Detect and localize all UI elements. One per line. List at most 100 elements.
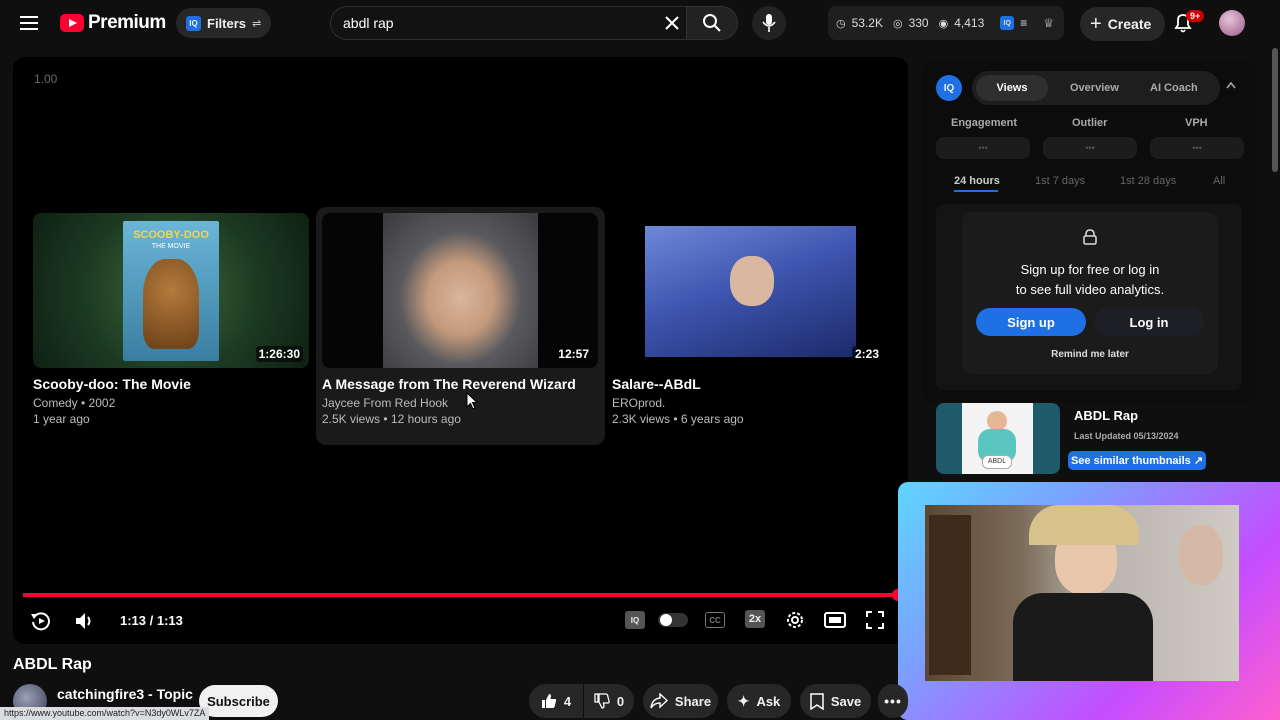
search-button[interactable] [686, 6, 738, 40]
toggle-knob [660, 614, 672, 626]
volume-button[interactable] [73, 610, 95, 632]
time-display: 1:13 / 1:13 [120, 613, 183, 628]
video-title: ABDL Rap [13, 656, 92, 673]
metric-engagement-value: ••• [936, 137, 1030, 159]
iq-icon: IQ [186, 15, 201, 31]
avatar[interactable] [1219, 10, 1245, 36]
clock-icon: ◷ [836, 17, 846, 30]
channel-stats-bar: ◷ 53.2K ◎ 330 ◉ 4,413 IQ ≡ ♕ [828, 6, 1064, 40]
end-card-1[interactable]: SCOOBY-DOO THE MOVIE 1:26:30 Scooby-doo:… [33, 213, 321, 433]
tab-views[interactable]: Views [976, 75, 1048, 101]
channel-name[interactable]: catchingfire3 - Topic [57, 686, 193, 702]
fullscreen-icon [866, 611, 884, 629]
captions-icon[interactable]: CC [705, 612, 725, 628]
end-card-channel: Jaycee From Red Hook [322, 396, 449, 410]
speed-button[interactable]: 2x [745, 610, 765, 628]
signup-button[interactable]: Sign up [976, 308, 1086, 336]
create-button[interactable]: + Create [1080, 7, 1166, 41]
webcam-picture-face [1179, 525, 1223, 585]
plus-icon: + [1090, 13, 1102, 35]
voice-search-button[interactable] [752, 6, 786, 40]
progress-fill [23, 593, 898, 597]
similar-thumbnail-card: ABDL ABDL Rap Last Updated 05/13/2024 Se… [936, 403, 1256, 475]
see-similar-button[interactable]: See similar thumbnails ↗ [1068, 451, 1206, 470]
range-7-days[interactable]: 1st 7 days [1035, 175, 1085, 187]
panel-tabs: Views Overview AI Coach [972, 71, 1220, 105]
video-frame-face [383, 213, 538, 368]
search-input[interactable] [343, 13, 643, 33]
art-head [987, 411, 1007, 431]
end-card-meta: 2.3K views • 6 years ago [612, 412, 744, 426]
page-scrollbar[interactable] [1272, 48, 1278, 172]
similar-thumbnail[interactable]: ABDL [936, 403, 1060, 474]
gear-icon [787, 612, 803, 628]
notifications-button[interactable]: 9+ [1172, 10, 1205, 34]
signup-overlay: Sign up for free or log in to see full v… [962, 212, 1218, 374]
range-underline [954, 190, 998, 192]
end-card-meta: 2.5K views • 12 hours ago [322, 412, 461, 426]
duration-badge: 1:26:30 [255, 346, 303, 362]
movie-poster: SCOOBY-DOO THE MOVIE [123, 221, 219, 361]
clear-search-icon[interactable] [665, 16, 679, 30]
poster-subtitle: THE MOVIE [151, 243, 191, 250]
replay-button[interactable] [30, 610, 52, 632]
iq-player-icon[interactable]: IQ [625, 611, 645, 629]
sparkle-icon: ✦ [737, 692, 750, 709]
microphone-icon [762, 14, 776, 32]
lock-icon [1083, 229, 1097, 245]
like-button[interactable]: 4 [529, 684, 583, 718]
range-all[interactable]: All [1213, 175, 1225, 187]
search-box [330, 6, 686, 40]
end-card-2[interactable]: 12:57 A Message from The Reverend Wizard… [316, 207, 605, 445]
overlay-line-2: to see full video analytics. [1015, 282, 1165, 297]
subscribe-button[interactable]: Subscribe [199, 685, 278, 717]
dislike-button[interactable]: 0 [584, 684, 634, 718]
remind-later-link[interactable]: Remind me later [962, 349, 1218, 360]
mouse-cursor-icon [466, 392, 478, 410]
poster-dog [143, 259, 199, 349]
frame-face [730, 256, 774, 306]
end-card-thumbnail: SCOOBY-DOO THE MOVIE 1:26:30 [33, 213, 309, 368]
metric-vph-label: VPH [1185, 117, 1208, 129]
thumbs-up-icon [541, 694, 556, 708]
login-button[interactable]: Log in [1094, 308, 1204, 336]
tab-overview[interactable]: Overview [1070, 82, 1119, 94]
dislike-count: 0 [616, 693, 625, 709]
similar-title: ABDL Rap [1074, 408, 1139, 423]
duration-badge: 2:23 [851, 346, 882, 362]
webcam-bookshelf [929, 515, 971, 675]
autoplay-toggle[interactable] [658, 613, 688, 627]
range-24-hours[interactable]: 24 hours [954, 175, 1000, 187]
duration-badge: 12:57 [555, 346, 592, 362]
video-player[interactable]: 1.00 SCOOBY-DOO THE MOVIE 1:26:30 Scooby… [13, 57, 908, 644]
list-icon[interactable]: ≡ [1020, 16, 1027, 30]
range-28-days[interactable]: 1st 28 days [1120, 175, 1176, 187]
menu-icon[interactable] [20, 14, 40, 32]
create-label: Create [1107, 16, 1152, 32]
webcam-feed [925, 505, 1239, 681]
iq-logo-icon: IQ [936, 75, 962, 101]
save-label: Save [830, 693, 862, 709]
filters-button[interactable]: IQ Filters ⇌ [176, 8, 272, 38]
trophy-icon[interactable]: ♕ [1043, 16, 1054, 30]
art-label: ABDL [982, 455, 1012, 469]
theater-icon [824, 612, 846, 628]
theater-mode-button[interactable] [824, 612, 846, 628]
settings-button[interactable] [785, 610, 805, 630]
video-frame-laughing [645, 226, 856, 357]
tab-ai-coach[interactable]: AI Coach [1150, 82, 1198, 94]
share-button[interactable]: Share [643, 684, 718, 718]
end-card-3[interactable]: 2:23 Salare--ABdL EROprod. 2.3K views • … [612, 213, 900, 433]
ask-button[interactable]: ✦ Ask [727, 684, 791, 718]
speed-readout: 1.00 [34, 72, 58, 86]
save-button[interactable]: Save [800, 684, 871, 718]
metric-vph-value: ••• [1150, 137, 1244, 159]
eye-icon: ◎ [892, 17, 903, 30]
fullscreen-button[interactable] [866, 611, 884, 629]
iq-extension-icon[interactable]: IQ [1000, 16, 1015, 30]
progress-bar[interactable] [23, 589, 904, 601]
more-actions-button[interactable]: ••• [878, 684, 908, 718]
collapse-icon[interactable] [1226, 81, 1236, 89]
stat-eyes: 330 [908, 16, 929, 30]
youtube-logo[interactable]: Premium [60, 12, 166, 34]
